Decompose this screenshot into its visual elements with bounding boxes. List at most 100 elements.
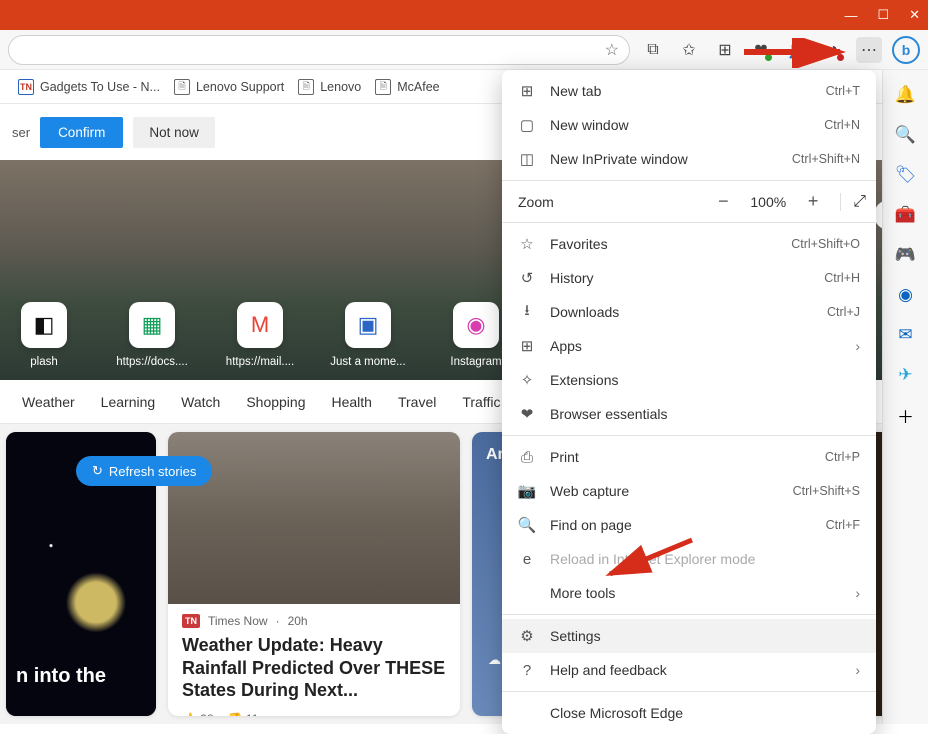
chevron-right-icon: › — [855, 662, 860, 678]
not-now-button[interactable]: Not now — [133, 117, 215, 148]
camera-icon: 📷 — [518, 482, 536, 500]
bell-icon[interactable]: 🔔 — [895, 84, 917, 106]
more-menu: ⊞ New tab Ctrl+T ▢ New window Ctrl+N ◫ N… — [502, 70, 876, 734]
bookmark-label: Gadgets To Use - N... — [40, 80, 160, 94]
like-button[interactable]: 👍 38 — [182, 712, 214, 717]
inprivate-icon: ◫ — [518, 150, 536, 168]
gear-icon: ⚙ — [518, 627, 536, 645]
close-window-button[interactable]: ✕ — [909, 7, 920, 23]
feed-tab[interactable]: Learning — [101, 394, 156, 410]
bookmark-item[interactable]: 🗎 Lenovo — [298, 79, 361, 95]
menu-new-tab[interactable]: ⊞ New tab Ctrl+T — [502, 74, 876, 108]
tile-icon: ◧ — [21, 302, 67, 348]
bookmark-label: Lenovo — [320, 80, 361, 94]
zoom-in-button[interactable]: + — [800, 191, 826, 212]
split-screen-icon[interactable]: ⧉ — [640, 37, 666, 63]
bookmark-item[interactable]: TN Gadgets To Use - N... — [18, 79, 160, 95]
menu-settings[interactable]: ⚙ Settings — [502, 619, 876, 653]
annotation-arrow — [740, 38, 860, 68]
menu-essentials[interactable]: ❤ Browser essentials — [502, 397, 876, 431]
menu-help[interactable]: ? Help and feedback › — [502, 653, 876, 687]
chevron-right-icon: › — [855, 338, 860, 354]
card-headline: Weather Update: Heavy Rainfall Predicted… — [182, 634, 446, 702]
fullscreen-button[interactable]: ⤢ — [840, 193, 866, 211]
page-icon: 🗎 — [174, 79, 190, 95]
page-icon: 🗎 — [375, 79, 391, 95]
minimize-button[interactable]: — — [844, 8, 857, 23]
favorites-icon[interactable]: ✩ — [676, 37, 702, 63]
chevron-right-icon: › — [855, 585, 860, 601]
search-icon[interactable]: 🔍 — [895, 124, 917, 146]
card-reactions: 👍 38 👎 11 ⋯ — [182, 712, 446, 717]
menu-downloads[interactable]: ⭳ Downloads Ctrl+J — [502, 295, 876, 329]
maximize-button[interactable]: ☐ — [877, 7, 889, 23]
confirm-button[interactable]: Confirm — [40, 117, 123, 148]
outlook-icon[interactable]: ✉ — [895, 324, 917, 346]
feed-tab[interactable]: Watch — [181, 394, 220, 410]
drop-icon[interactable]: ✈ — [895, 364, 917, 386]
refresh-stories-button[interactable]: ↻ Refresh stories — [76, 456, 212, 486]
menu-apps[interactable]: ⊞ Apps › — [502, 329, 876, 363]
games-icon[interactable]: 🎮 — [895, 244, 917, 266]
quick-link-tile[interactable]: ▦https://docs.... — [116, 302, 188, 368]
feed-tab[interactable]: Travel — [398, 394, 436, 410]
tile-icon: ▦ — [129, 302, 175, 348]
history-icon: ↺ — [518, 269, 536, 287]
ie-icon: e — [518, 550, 536, 568]
refresh-label: Refresh stories — [109, 464, 196, 479]
source-name: Times Now — [208, 614, 268, 628]
feed-tab[interactable]: Health — [332, 394, 372, 410]
tile-label: https://docs.... — [107, 356, 197, 368]
menu-history[interactable]: ↺ History Ctrl+H — [502, 261, 876, 295]
shopping-icon[interactable]: 🏷 — [895, 164, 917, 186]
apps-icon: ⊞ — [518, 337, 536, 355]
refresh-icon: ↻ — [92, 463, 103, 479]
collections-icon[interactable]: ⊞ — [712, 37, 738, 63]
quick-link-tile[interactable]: ▣Just a mome... — [332, 302, 404, 368]
page-icon: 🗎 — [298, 79, 314, 95]
tile-label: plash — [0, 356, 89, 368]
heart-icon: ❤ — [518, 405, 536, 423]
tools-icon[interactable]: 🧰 — [895, 204, 917, 226]
help-icon: ? — [518, 661, 536, 679]
card-headline: n into the — [16, 664, 106, 688]
card-more-icon[interactable]: ⋯ — [434, 712, 446, 717]
card-source: TN Times Now · 20h — [182, 614, 446, 628]
quick-link-tile[interactable]: Mhttps://mail.... — [224, 302, 296, 368]
menu-zoom: Zoom − 100% + ⤢ — [502, 185, 876, 218]
feed-tab[interactable]: Shopping — [246, 394, 305, 410]
tile-label: Just a mome... — [323, 356, 413, 368]
feed-tab[interactable]: Weather — [22, 394, 75, 410]
tab-icon: ⊞ — [518, 82, 536, 100]
bookmark-item[interactable]: 🗎 Lenovo Support — [174, 79, 284, 95]
search-icon: 🔍 — [518, 516, 536, 534]
menu-new-window[interactable]: ▢ New window Ctrl+N — [502, 108, 876, 142]
dislike-button[interactable]: 👎 11 — [228, 712, 259, 717]
menu-webcapture[interactable]: 📷 Web capture Ctrl+Shift+S — [502, 474, 876, 508]
favorite-star-icon[interactable]: ☆ — [605, 40, 619, 60]
tile-icon: ▣ — [345, 302, 391, 348]
news-card[interactable]: TN Times Now · 20h Weather Update: Heavy… — [168, 432, 460, 716]
tile-icon: ◉ — [453, 302, 499, 348]
notification-text: ser — [12, 125, 30, 140]
office-icon[interactable]: ◉ — [895, 284, 917, 306]
site-icon: TN — [18, 79, 34, 95]
edge-sidebar: 🔔 🔍 🏷 🧰 🎮 ◉ ✉ ✈ ＋ — [882, 70, 928, 724]
menu-inprivate[interactable]: ◫ New InPrivate window Ctrl+Shift+N — [502, 142, 876, 176]
zoom-out-button[interactable]: − — [710, 191, 736, 212]
card-image — [168, 432, 460, 604]
address-bar[interactable]: ☆ — [8, 35, 630, 65]
menu-print[interactable]: ⎙ Print Ctrl+P — [502, 440, 876, 474]
download-icon: ⭳ — [518, 303, 536, 321]
add-sidebar-icon[interactable]: ＋ — [895, 404, 917, 426]
feed-tab[interactable]: Traffic — [462, 394, 500, 410]
window-icon: ▢ — [518, 116, 536, 134]
menu-favorites[interactable]: ☆ Favorites Ctrl+Shift+O — [502, 227, 876, 261]
bing-chat-icon[interactable]: b — [892, 36, 920, 64]
window-titlebar: — ☐ ✕ — [0, 0, 928, 30]
menu-close-edge[interactable]: Close Microsoft Edge — [502, 696, 876, 730]
quick-link-tile[interactable]: ◧plash — [8, 302, 80, 368]
bookmark-item[interactable]: 🗎 McAfee — [375, 79, 439, 95]
menu-extensions[interactable]: ✧ Extensions — [502, 363, 876, 397]
star-icon: ☆ — [518, 235, 536, 253]
